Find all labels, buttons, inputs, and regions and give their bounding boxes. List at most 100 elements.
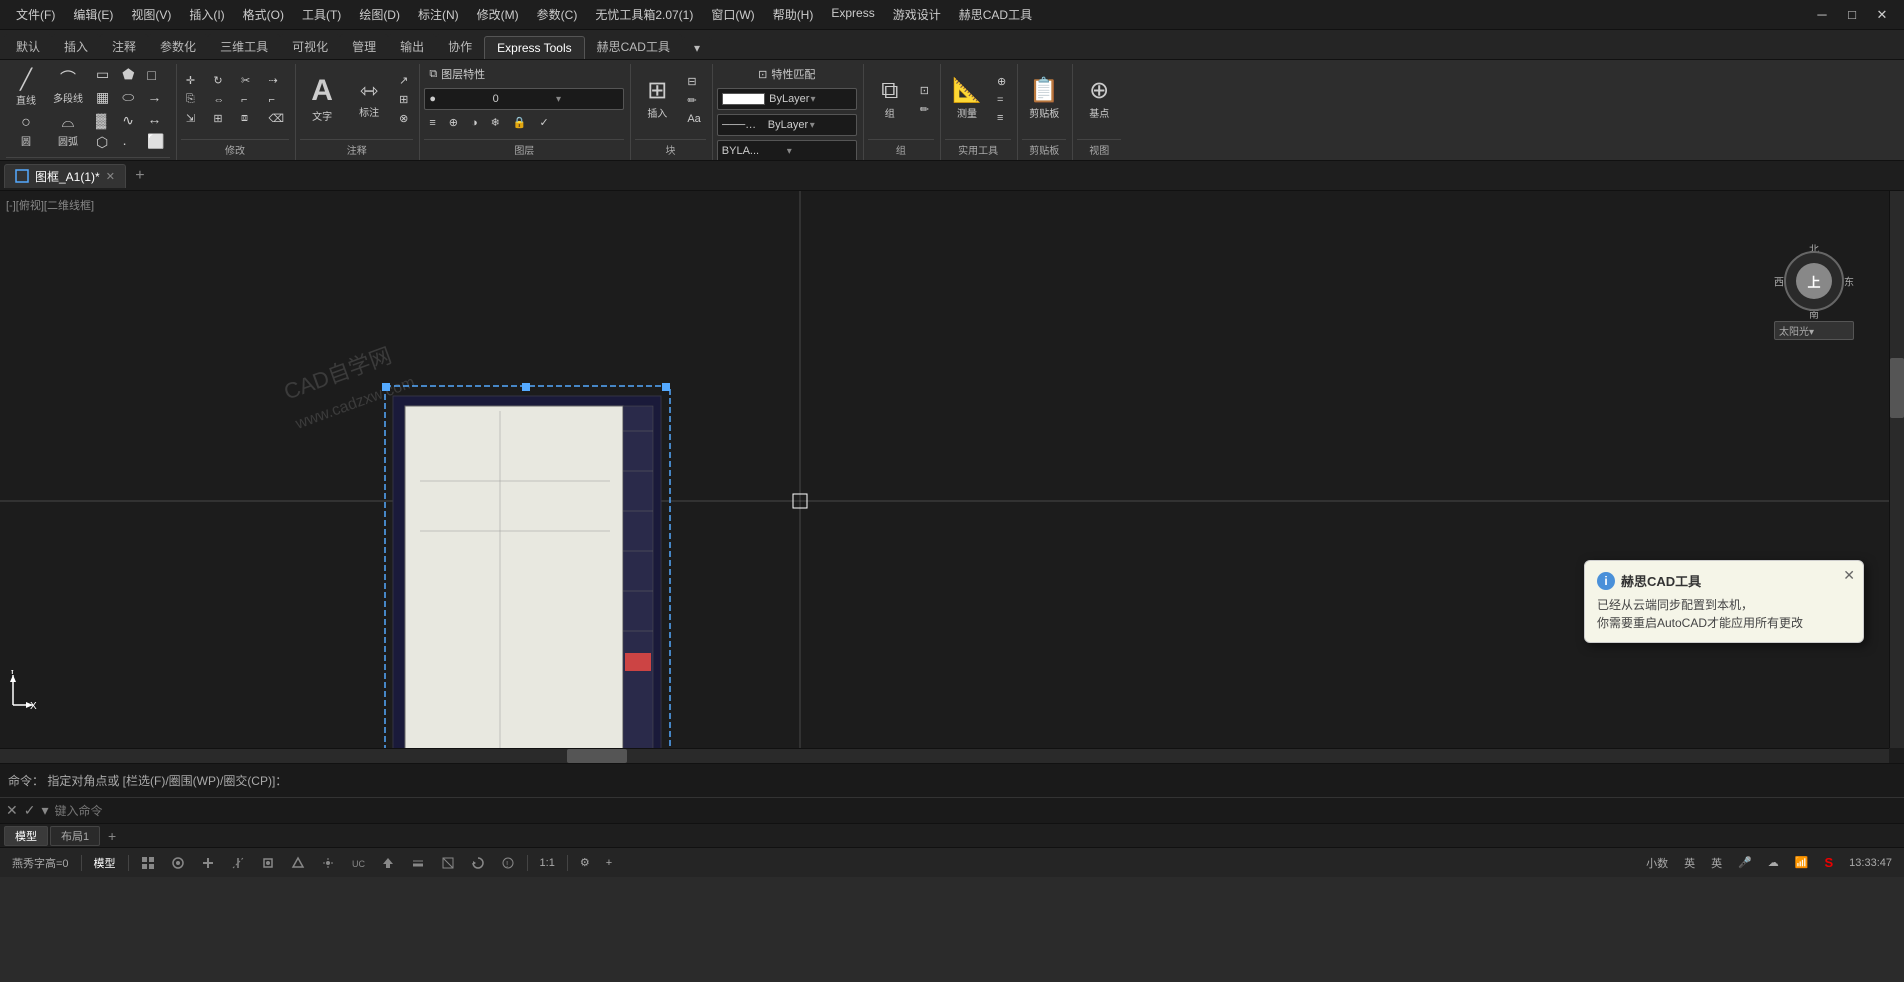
layer-lock[interactable]: 🔒 (508, 114, 532, 131)
group-draw-label[interactable]: 绘图 (6, 157, 170, 160)
group-edit[interactable]: ✏ (915, 101, 934, 118)
status-selfcycle[interactable] (465, 854, 491, 872)
tab-express-tools[interactable]: Express Tools (484, 36, 584, 59)
group-view-label[interactable]: 视图 (1077, 139, 1121, 160)
menu-game[interactable]: 游戏设计 (885, 4, 949, 25)
modify-offset[interactable]: ⧈ (236, 110, 262, 127)
group-layers-label[interactable]: 图层 (424, 139, 624, 160)
menu-tools[interactable]: 工具(T) (294, 4, 349, 25)
ann-leader[interactable]: ↗ (394, 72, 413, 89)
block-attdef[interactable]: Aa (682, 111, 705, 127)
menu-window[interactable]: 窗口(W) (703, 4, 762, 25)
layer-iso[interactable]: ◑ (466, 114, 483, 131)
status-otrack[interactable] (315, 854, 341, 872)
layout-tab-model[interactable]: 模型 (4, 826, 48, 846)
modify-array[interactable]: ⊞ (208, 110, 234, 127)
modify-copy[interactable]: ⎘ (181, 91, 207, 108)
doc-tab-add[interactable]: + (128, 164, 152, 188)
modify-fillet[interactable]: ⌐ (236, 92, 262, 108)
menu-edit[interactable]: 编辑(E) (65, 4, 121, 25)
draw-hatch[interactable]: ▦ (91, 87, 114, 108)
draw-boundary[interactable]: ⬡ (91, 132, 114, 153)
layer-dropdown[interactable]: ● 0 ▾ (424, 88, 624, 110)
tab-visualization[interactable]: 可视化 (280, 34, 340, 59)
minimize-button[interactable]: ─ (1808, 3, 1836, 27)
modify-move[interactable]: ✛ (181, 72, 207, 89)
tool-pline[interactable]: ⌒ 多段线 (48, 67, 88, 110)
status-snap[interactable] (165, 854, 191, 872)
menu-format[interactable]: 格式(O) (235, 4, 292, 25)
tool-clipboard[interactable]: 📋 剪贴板 (1022, 76, 1066, 123)
status-mic[interactable]: 🎤 (1732, 854, 1758, 871)
drawing-canvas[interactable] (0, 191, 1904, 763)
status-annotation-format[interactable]: 小数 (1640, 853, 1674, 873)
doc-tab-drawing1[interactable]: 图框_A1(1)* ✕ (4, 164, 126, 188)
modify-rotate[interactable]: ↻ (208, 72, 234, 89)
draw-wipeout[interactable]: □ (142, 65, 169, 85)
group-modify-label[interactable]: 修改 (181, 139, 289, 160)
status-plus[interactable]: + (600, 855, 618, 871)
draw-region[interactable]: ⬜ (142, 131, 169, 152)
tab-hsi-cad[interactable]: 赫思CAD工具 (585, 34, 682, 59)
menu-view[interactable]: 视图(V) (123, 4, 179, 25)
tab-parametric[interactable]: 参数化 (148, 34, 208, 59)
close-button[interactable]: ✕ (1868, 3, 1896, 27)
status-dyn[interactable] (375, 854, 401, 872)
tool-text[interactable]: A 文字 (300, 73, 344, 126)
draw-spline[interactable]: ∿ (117, 110, 139, 131)
modify-scale[interactable]: ⇲ (181, 110, 207, 127)
tab-collaborate[interactable]: 协作 (436, 34, 484, 59)
util-calc[interactable]: = (992, 92, 1011, 108)
tool-measure[interactable]: 📐 测量 (945, 76, 989, 123)
menu-modify[interactable]: 修改(M) (469, 4, 527, 25)
tab-more[interactable]: ▾ (682, 37, 712, 59)
menu-dimension[interactable]: 标注(N) (410, 4, 467, 25)
status-grid[interactable] (135, 854, 161, 872)
layer-properties[interactable]: ⧉ 图层特性 (424, 64, 490, 84)
status-3dosnap[interactable] (285, 854, 311, 872)
menu-express[interactable]: Express (823, 4, 882, 25)
group-groups-label[interactable]: 组 (868, 139, 934, 160)
tool-circle[interactable]: ○ 圆 (6, 112, 46, 151)
cmd-confirm-icon[interactable]: ✓ (22, 800, 38, 821)
horizontal-scrollbar[interactable] (0, 748, 1889, 763)
cmd-cancel-icon[interactable]: ✕ (4, 800, 20, 821)
draw-rect[interactable]: ▭ (91, 64, 114, 85)
util-id[interactable]: ⊕ (992, 73, 1011, 90)
status-wifi[interactable]: 📶 (1789, 854, 1815, 871)
tool-insert[interactable]: ⊞ 插入 (635, 76, 679, 123)
status-cloud[interactable]: ☁ (1762, 854, 1785, 871)
properties-match[interactable]: ⊡特性匹配 (753, 64, 820, 84)
tab-3dtools[interactable]: 三维工具 (208, 34, 280, 59)
ann-mark[interactable]: ⊗ (394, 110, 413, 127)
modify-chamfer[interactable]: ⌐ (264, 92, 290, 108)
status-language[interactable]: 英 (1678, 853, 1701, 873)
status-app[interactable]: S (1819, 853, 1840, 872)
status-lineweight[interactable] (405, 854, 431, 872)
ann-table[interactable]: ⊞ (394, 91, 413, 108)
tool-dimension[interactable]: ⇿ 标注 (347, 77, 391, 122)
status-ortho[interactable] (195, 854, 221, 872)
tab-output[interactable]: 输出 (388, 34, 436, 59)
status-polar[interactable] (225, 854, 251, 872)
vertical-scroll-thumb[interactable] (1890, 358, 1904, 418)
status-ime[interactable]: 英 (1705, 853, 1728, 873)
vertical-scrollbar[interactable] (1889, 191, 1904, 748)
tool-arc[interactable]: ⌓ 圆弧 (48, 112, 88, 151)
layer-freeze[interactable]: ❄ (486, 114, 505, 131)
color-dropdown[interactable]: ByLayer ▾ (717, 88, 857, 110)
linetype-dropdown[interactable]: ────── ByLayer ▾ (717, 114, 857, 136)
group-annotation-label[interactable]: 注释 (300, 139, 413, 160)
menu-hsi[interactable]: 赫思CAD工具 (951, 4, 1040, 25)
modify-mirror[interactable]: ⇔ (208, 92, 234, 108)
draw-ellipse[interactable]: ⬭ (117, 87, 139, 108)
command-input[interactable] (55, 804, 1901, 818)
modify-extend[interactable]: ⇢ (264, 72, 290, 89)
layout-tab-layout1[interactable]: 布局1 (50, 826, 100, 846)
status-mode[interactable]: 模型 (88, 853, 122, 873)
horizontal-scroll-thumb[interactable] (567, 749, 627, 763)
status-ucs[interactable]: UCS (345, 854, 371, 872)
handle-tr[interactable] (662, 383, 670, 391)
modify-erase[interactable]: ⌫ (264, 110, 290, 127)
status-transparency[interactable] (435, 854, 461, 872)
